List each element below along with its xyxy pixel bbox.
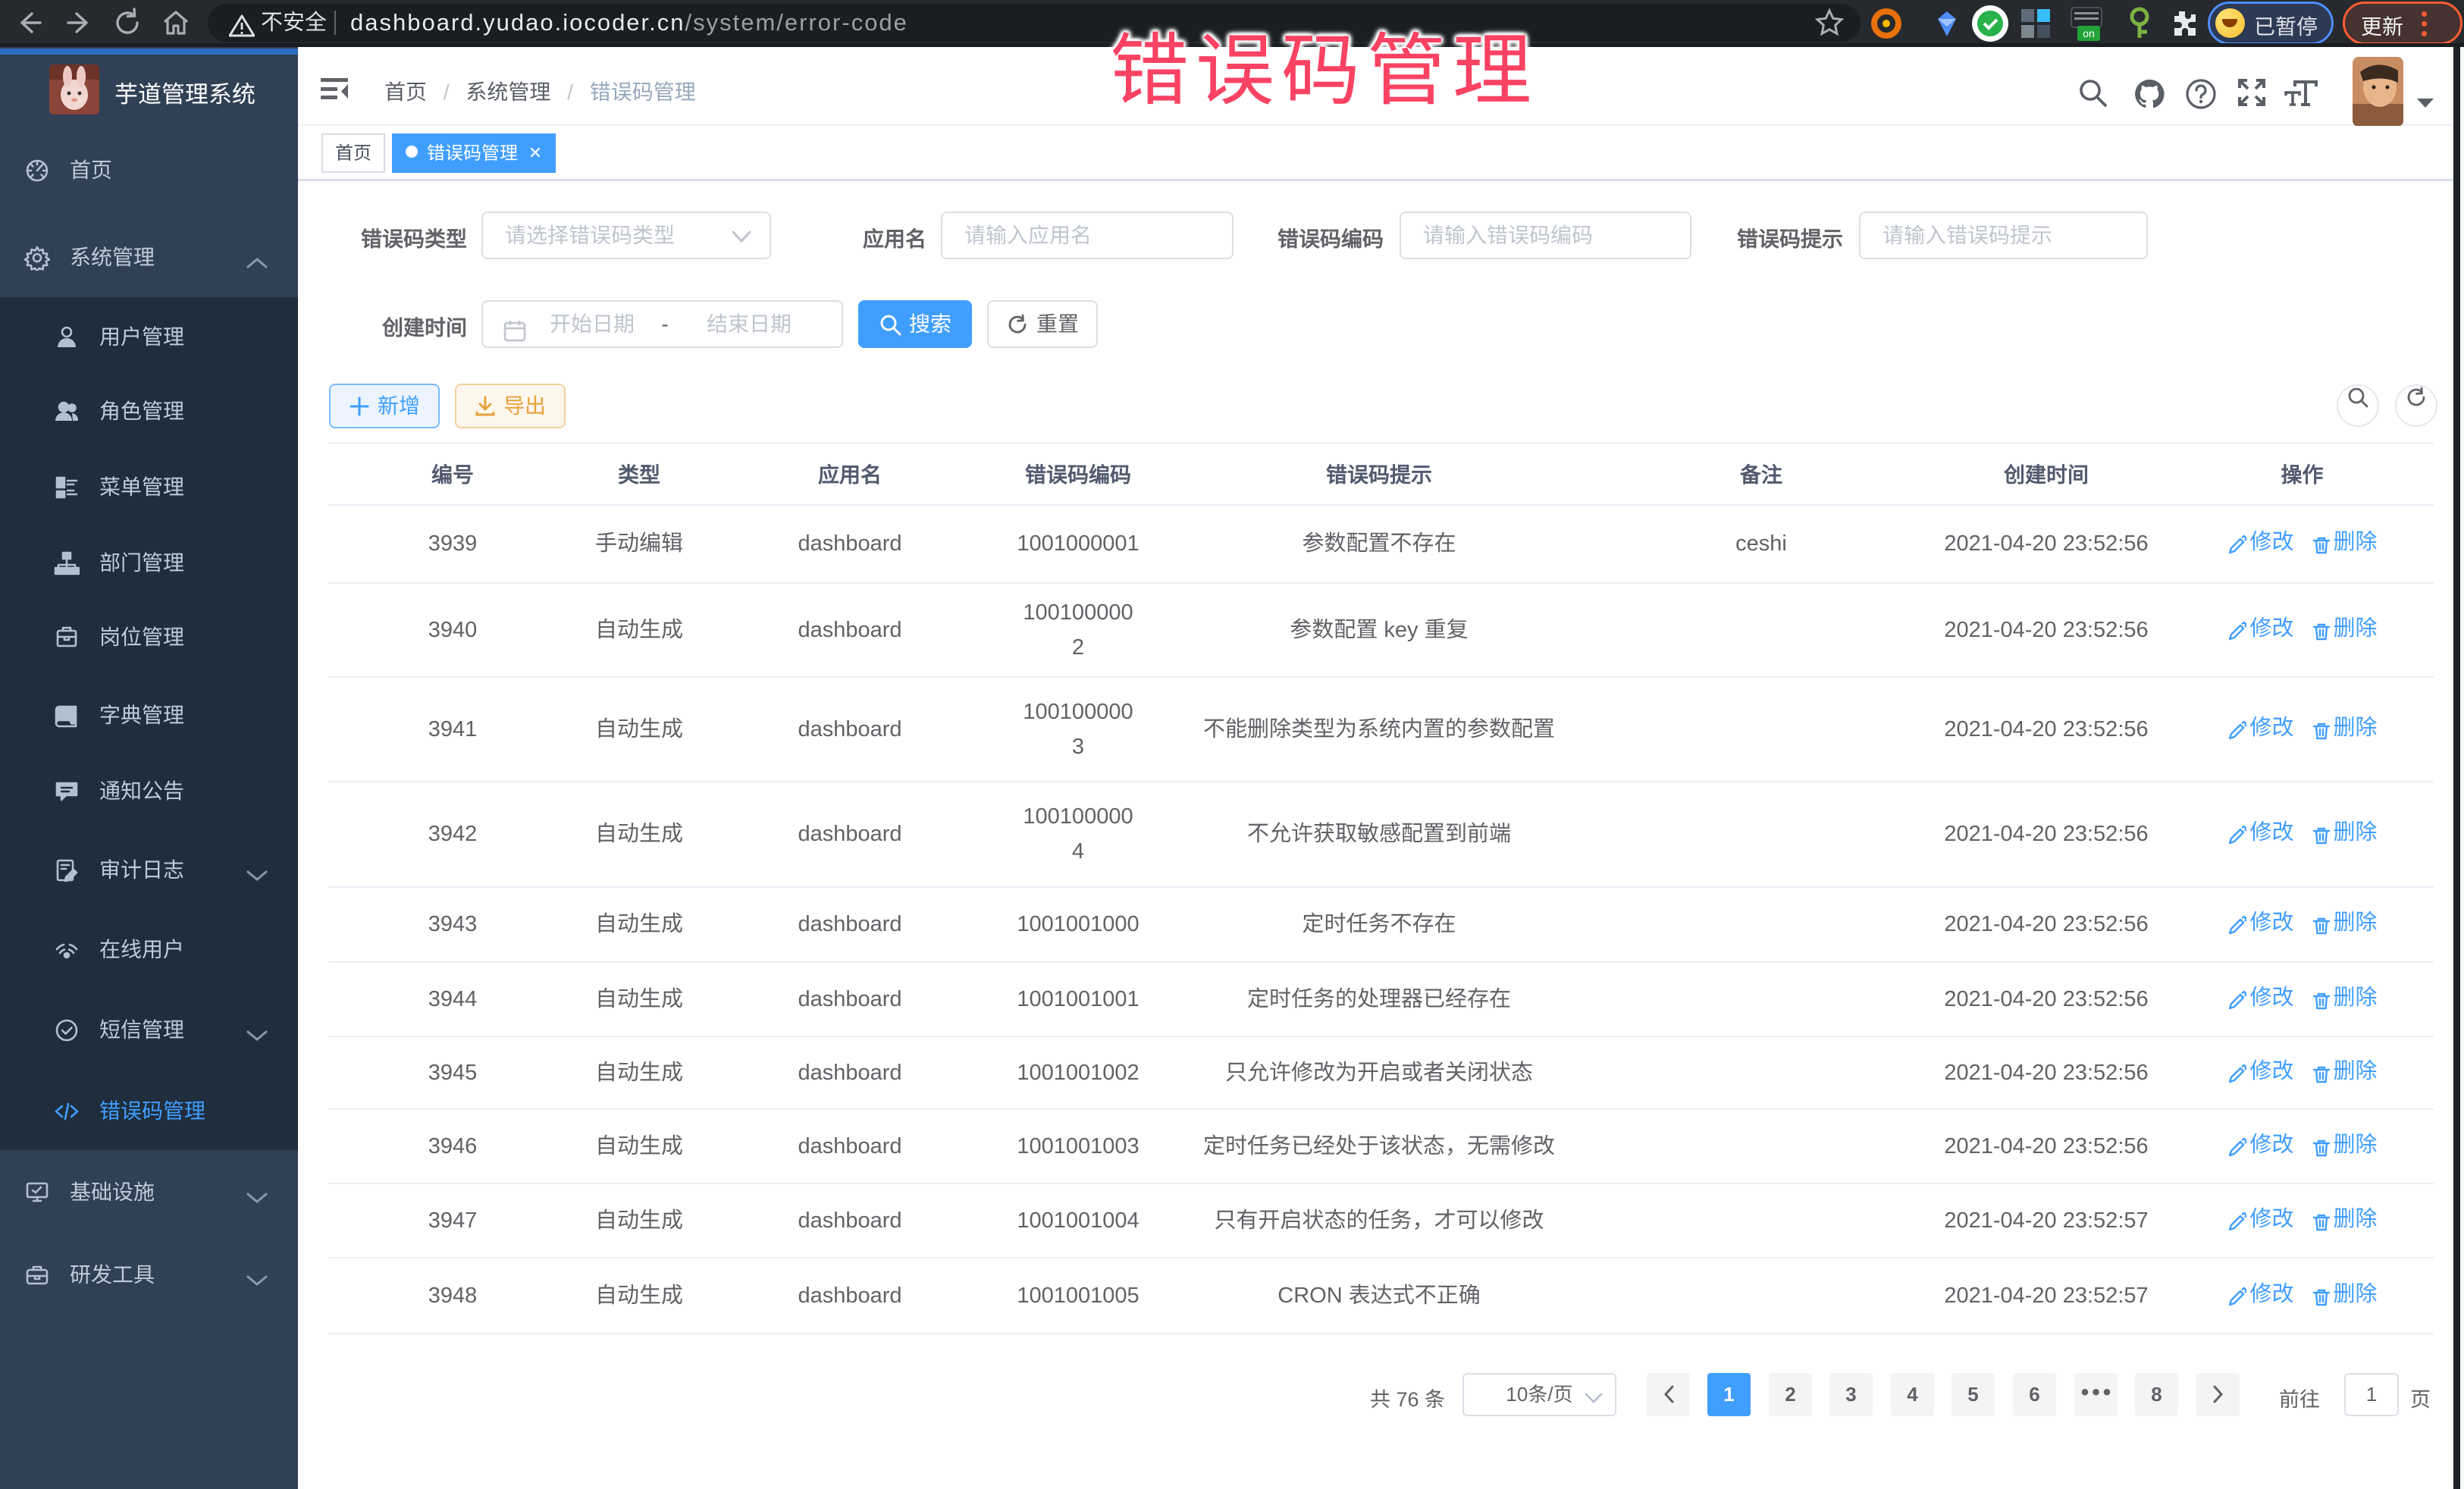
svg-text:on: on — [2083, 27, 2095, 39]
